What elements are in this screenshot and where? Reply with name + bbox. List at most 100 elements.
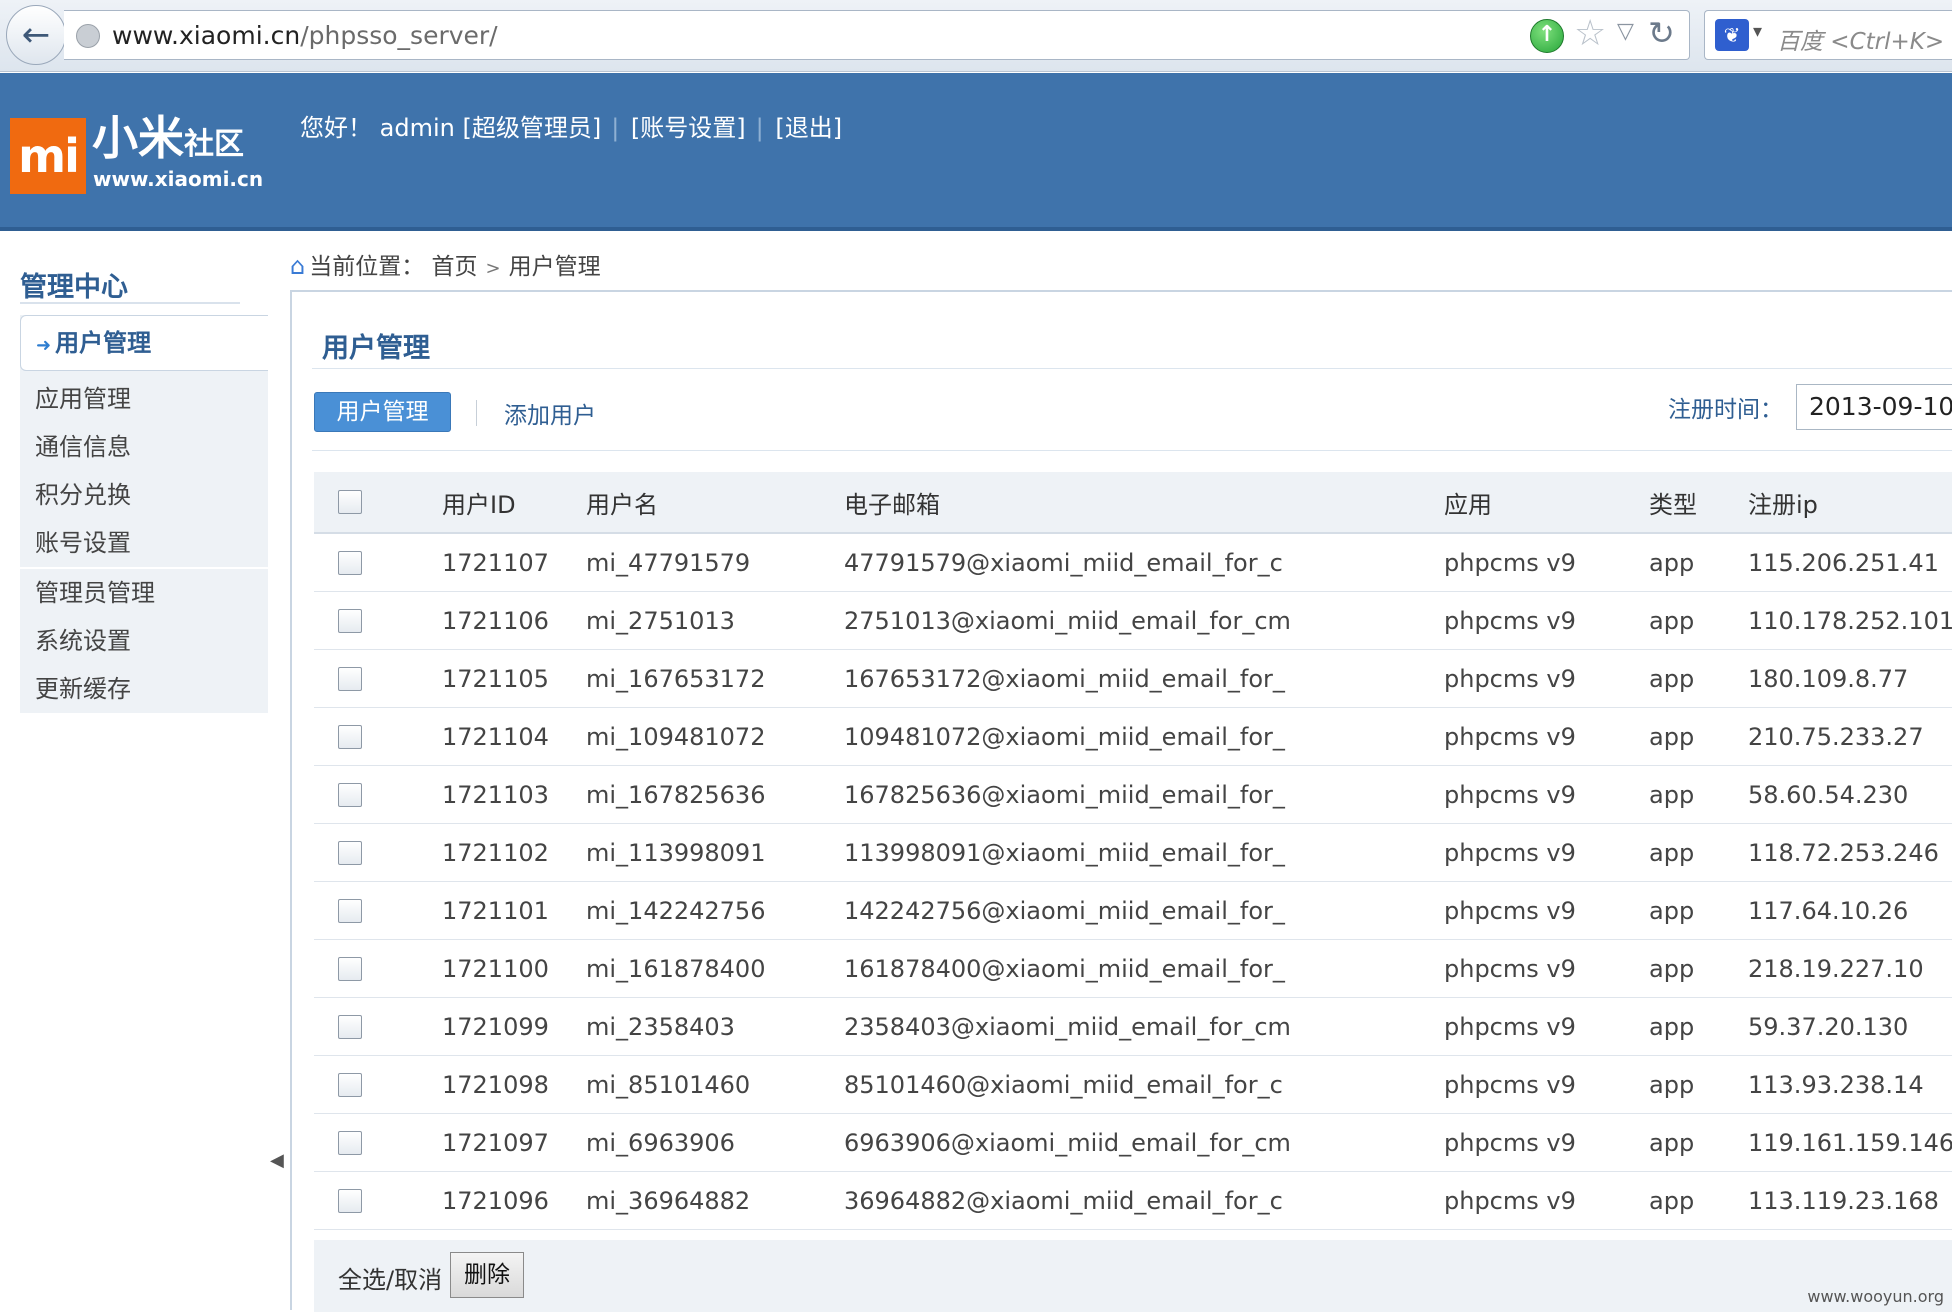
table-row[interactable]: 1721101mi_142242756142242756@xiaomi_miid… — [314, 882, 1952, 940]
col-header-type[interactable]: 类型 — [1649, 472, 1697, 532]
cell-username: mi_113998091 — [586, 824, 765, 881]
row-checkbox[interactable] — [338, 957, 362, 981]
table-row[interactable]: 1721096mi_3696488236964882@xiaomi_miid_e… — [314, 1172, 1952, 1230]
cell-user-id: 1721096 — [442, 1172, 549, 1229]
row-checkbox[interactable] — [338, 1131, 362, 1155]
table-row[interactable]: 1721102mi_113998091113998091@xiaomi_miid… — [314, 824, 1952, 882]
greeting: 您好！ admin [超级管理员] — [300, 114, 601, 142]
account-settings-link[interactable]: [账号设置] — [631, 114, 746, 142]
cell-email: 85101460@xiaomi_miid_email_for_c — [844, 1056, 1283, 1113]
cell-type: app — [1649, 1056, 1694, 1113]
search-box[interactable]: ❦ ▾ 百度 <Ctrl+K> — [1704, 10, 1952, 60]
cell-username: mi_167825636 — [586, 766, 765, 823]
cell-user-id: 1721097 — [442, 1114, 549, 1171]
col-header-email[interactable]: 电子邮箱 — [844, 472, 940, 532]
divider — [312, 368, 1952, 369]
cell-reg-ip: 210.75.233.27 — [1748, 708, 1924, 765]
address-bar[interactable]: www.xiaomi.cn/phpsso_server/ ↑ ☆ ▽ ↻ — [64, 10, 1690, 60]
logo-mark[interactable]: mi — [10, 118, 86, 194]
cell-reg-ip: 113.119.23.168 — [1748, 1172, 1939, 1229]
divider — [20, 302, 240, 304]
table-row[interactable]: 1721100mi_161878400161878400@xiaomi_miid… — [314, 940, 1952, 998]
sidebar-item-credits[interactable]: 积分兑换 — [20, 471, 268, 519]
select-all-header-cell — [338, 472, 362, 532]
cell-type: app — [1649, 1172, 1694, 1229]
cell-username: mi_2751013 — [586, 592, 735, 649]
sidebar-item-messages[interactable]: 通信信息 — [20, 423, 268, 471]
url-path: /phpsso_server/ — [300, 21, 497, 50]
cell-reg-ip: 113.93.238.14 — [1748, 1056, 1924, 1113]
browser-toolbar: ← www.xiaomi.cn/phpsso_server/ ↑ ☆ ▽ ↻ ❦… — [0, 0, 1952, 72]
cell-username: mi_36964882 — [586, 1172, 750, 1229]
url-text[interactable]: www.xiaomi.cn/phpsso_server/ — [112, 21, 498, 50]
tab-add-user[interactable]: 添加用户 — [504, 396, 596, 430]
cell-reg-ip: 110.178.252.101 — [1748, 592, 1952, 649]
row-checkbox[interactable] — [338, 783, 362, 807]
cell-email: 142242756@xiaomi_miid_email_for_ — [844, 882, 1285, 939]
col-header-name[interactable]: 用户名 — [586, 472, 658, 532]
sidebar-item-account[interactable]: 账号设置 — [20, 519, 268, 567]
engine-dropdown-icon[interactable]: ▾ — [1753, 21, 1762, 42]
cell-type: app — [1649, 998, 1694, 1055]
cell-username: mi_47791579 — [586, 534, 750, 591]
col-header-app[interactable]: 应用 — [1444, 472, 1492, 532]
row-checkbox[interactable] — [338, 725, 362, 749]
collapse-sidebar-icon[interactable]: ◀ — [270, 1150, 284, 1171]
row-checkbox[interactable] — [338, 1189, 362, 1213]
table-row[interactable]: 1721104mi_109481072109481072@xiaomi_miid… — [314, 708, 1952, 766]
breadcrumb-current: 用户管理 — [509, 254, 601, 280]
col-header-ip[interactable]: 注册ip — [1748, 472, 1818, 532]
table-row[interactable]: 1721106mi_27510132751013@xiaomi_miid_ema… — [314, 592, 1952, 650]
cell-app: phpcms v9 — [1444, 708, 1576, 765]
search-placeholder: 百度 <Ctrl+K> — [1777, 22, 1944, 56]
select-all-checkbox[interactable] — [338, 490, 362, 514]
sidebar-item-users[interactable]: ➜用户管理 — [20, 315, 268, 371]
row-checkbox-cell — [338, 1056, 362, 1113]
go-arrow-icon[interactable]: ↑ — [1530, 19, 1564, 53]
back-arrow-icon[interactable]: ← — [6, 5, 66, 65]
dropdown-icon[interactable]: ▽ — [1617, 19, 1634, 44]
row-checkbox-cell — [338, 882, 362, 939]
sidebar-item-system[interactable]: 系统设置 — [20, 617, 268, 665]
cell-user-id: 1721106 — [442, 592, 549, 649]
cell-username: mi_167653172 — [586, 650, 765, 707]
cell-reg-ip: 180.109.8.77 — [1748, 650, 1908, 707]
delete-button[interactable]: 删除 — [450, 1252, 524, 1298]
col-header-id[interactable]: 用户ID — [442, 472, 516, 532]
logout-link[interactable]: [退出] — [775, 114, 842, 142]
select-all-toggle[interactable]: 全选/取消 — [338, 1260, 442, 1295]
sidebar-menu: ➜用户管理 应用管理 通信信息 积分兑换 账号设置 管理员管理 系统设置 更新缓… — [20, 315, 268, 713]
watermark: www.wooyun.org — [1807, 1287, 1944, 1306]
sidebar-item-cache[interactable]: 更新缓存 — [20, 665, 268, 713]
sidebar-item-apps[interactable]: 应用管理 — [20, 375, 268, 423]
tab-user-management[interactable]: 用户管理 — [314, 392, 451, 432]
row-checkbox-cell — [338, 998, 362, 1055]
row-checkbox[interactable] — [338, 899, 362, 923]
row-checkbox[interactable] — [338, 667, 362, 691]
search-engine-icon[interactable]: ❦ — [1715, 19, 1749, 51]
row-checkbox[interactable] — [338, 551, 362, 575]
row-checkbox[interactable] — [338, 841, 362, 865]
sidebar-item-admins[interactable]: 管理员管理 — [20, 569, 268, 617]
reg-time-input[interactable]: 2013-09-10 — [1796, 384, 1952, 430]
table-row[interactable]: 1721099mi_23584032358403@xiaomi_miid_ema… — [314, 998, 1952, 1056]
user-bar: 您好！ admin [超级管理员]| [账号设置]| [退出] — [300, 108, 852, 143]
row-checkbox-cell — [338, 940, 362, 997]
row-checkbox[interactable] — [338, 609, 362, 633]
site-header: mi 小米社区 www.xiaomi.cn 您好！ admin [超级管理员]|… — [0, 73, 1952, 231]
table-row[interactable]: 1721098mi_8510146085101460@xiaomi_miid_e… — [314, 1056, 1952, 1114]
table-row[interactable]: 1721097mi_69639066963906@xiaomi_miid_ema… — [314, 1114, 1952, 1172]
breadcrumb-home[interactable]: 首页 — [432, 254, 478, 280]
tab-separator — [476, 400, 477, 426]
table-row[interactable]: 1721105mi_167653172167653172@xiaomi_miid… — [314, 650, 1952, 708]
table-row[interactable]: 1721107mi_4779157947791579@xiaomi_miid_e… — [314, 534, 1952, 592]
cell-user-id: 1721104 — [442, 708, 549, 765]
cell-type: app — [1649, 824, 1694, 881]
table-row[interactable]: 1721103mi_167825636167825636@xiaomi_miid… — [314, 766, 1952, 824]
cell-username: mi_85101460 — [586, 1056, 750, 1113]
url-domain: www.xiaomi.cn — [112, 21, 300, 50]
star-icon[interactable]: ☆ — [1574, 13, 1606, 54]
reload-icon[interactable]: ↻ — [1648, 14, 1675, 52]
row-checkbox[interactable] — [338, 1073, 362, 1097]
row-checkbox[interactable] — [338, 1015, 362, 1039]
